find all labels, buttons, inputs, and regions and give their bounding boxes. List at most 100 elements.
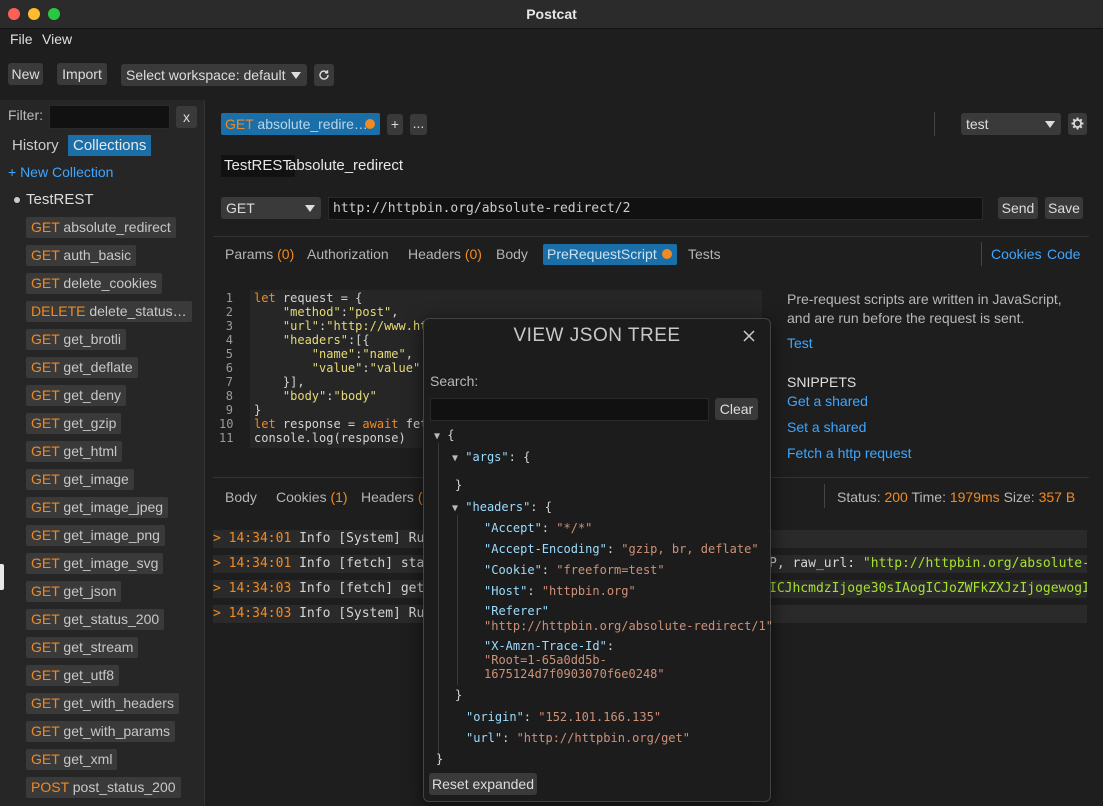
code-token: "body" <box>282 389 327 403</box>
json-trace-id-value-2: 1675124d7f0903070f6e0248" <box>484 667 665 681</box>
code-text: "method":"post", <box>254 305 399 319</box>
sidebar-request-item[interactable]: GET get_stream <box>26 637 139 658</box>
sidebar-request-item[interactable]: GET get_brotli <box>26 329 127 350</box>
refresh-icon <box>319 70 329 80</box>
json-node-args[interactable]: ▼ "args": { <box>452 450 530 466</box>
tab-headers-label: Headers <box>408 246 461 262</box>
json-root-node[interactable]: ▼ { <box>434 428 455 444</box>
request-method: POST <box>31 779 73 795</box>
response-size: 357 B <box>1038 489 1076 505</box>
json-clear-button[interactable]: Clear <box>715 398 758 420</box>
sidebar-request-item[interactable]: POST post_status_200 <box>26 777 181 798</box>
json-url-value: "http://httpbin.org/get" <box>516 731 690 745</box>
gear-icon <box>1071 117 1084 130</box>
modal-title: VIEW JSON TREE <box>513 325 681 346</box>
sidebar-request-item[interactable]: GET get_html <box>26 441 123 462</box>
request-method: GET <box>31 359 64 375</box>
tab-collections[interactable]: Collections <box>68 135 152 156</box>
json-header-entry: "Accept": "*/*" <box>484 521 592 535</box>
import-button[interactable]: Import <box>57 63 107 85</box>
response-tab-body[interactable]: Body <box>225 489 257 505</box>
refresh-workspace-button[interactable] <box>314 64 334 86</box>
code-token: : <box>340 305 348 319</box>
workspace-select[interactable]: Select workspace: default <box>121 64 307 86</box>
cookies-link[interactable]: Cookies <box>991 246 1042 262</box>
sidebar-request-item[interactable]: GET get_deny <box>26 385 127 406</box>
json-args-key: "args" <box>465 450 509 464</box>
tab-params-count: (0) <box>277 246 295 262</box>
environment-settings-button[interactable] <box>1068 113 1087 135</box>
clear-filter-button[interactable]: x <box>176 106 197 128</box>
snippet-fetch-request[interactable]: Fetch a http request <box>787 445 912 461</box>
tab-history[interactable]: History <box>12 137 59 154</box>
log-time: > 14:34:01 <box>213 556 292 571</box>
code-line: 9} <box>219 403 427 417</box>
request-name: get_brotli <box>63 331 122 347</box>
collection-testrest[interactable]: TestREST <box>26 191 94 208</box>
sidebar-request-item[interactable]: GET get_with_headers <box>26 693 179 714</box>
sidebar-request-item[interactable]: GET get_image_png <box>26 525 165 546</box>
snippet-set-shared[interactable]: Set a shared <box>787 419 866 435</box>
json-referer-value: "http://httpbin.org/absolute-redirect/1" <box>484 619 773 633</box>
tab-prerequestscript[interactable]: PreRequestScript <box>543 244 677 265</box>
menu-file[interactable]: File <box>10 31 33 47</box>
json-search-input[interactable] <box>430 398 709 421</box>
more-tabs-button[interactable]: ... <box>410 114 427 135</box>
request-method: GET <box>31 555 64 571</box>
json-headers-close: } <box>455 688 463 702</box>
sidebar-request-item[interactable]: GET get_status_200 <box>26 609 165 630</box>
sidebar-resize-handle[interactable] <box>0 564 4 590</box>
sidebar-request-item[interactable]: GET get_utf8 <box>26 665 120 686</box>
sidebar-request-item[interactable]: GET delete_cookies <box>26 273 162 294</box>
sidebar-request-item[interactable]: GET get_image <box>26 469 134 490</box>
sidebar-request-item[interactable]: GET get_gzip <box>26 413 122 434</box>
request-name: absolute_redirect <box>63 219 171 235</box>
new-button[interactable]: New <box>8 63 43 85</box>
snippet-get-shared[interactable]: Get a shared <box>787 393 868 409</box>
response-tab-headers[interactable]: Headers ( <box>361 489 422 505</box>
breadcrumb-request[interactable]: absolute_redirect <box>288 157 403 174</box>
log-tail: ICJhcmdzIjoge30sIAogICJoZWFkZXJzIjogewog… <box>769 581 1087 596</box>
request-method: GET <box>31 527 64 543</box>
save-button[interactable]: Save <box>1045 197 1083 219</box>
modal-close-button[interactable] <box>742 329 758 345</box>
code-link[interactable]: Code <box>1047 246 1080 262</box>
request-method: GET <box>31 751 64 767</box>
sidebar-request-item[interactable]: DELETE delete_status_2… <box>26 301 192 322</box>
sidebar-request-item[interactable]: GET auth_basic <box>26 245 137 266</box>
sidebar-request-item[interactable]: GET get_image_svg <box>26 553 164 574</box>
sidebar-request-item[interactable]: GET get_deflate <box>26 357 138 378</box>
filter-input[interactable] <box>49 105 170 129</box>
tab-body[interactable]: Body <box>496 246 528 262</box>
sidebar-request-item[interactable]: GET get_image_jpeg <box>26 497 169 518</box>
tab-params[interactable]: Params (0) <box>225 246 294 262</box>
new-collection-link[interactable]: + New Collection <box>8 164 113 180</box>
tab-headers[interactable]: Headers (0) <box>408 246 482 262</box>
send-button[interactable]: Send <box>998 197 1038 219</box>
menu-view[interactable]: View <box>42 31 72 47</box>
response-tab-cookies[interactable]: Cookies (1) <box>276 489 348 505</box>
sidebar-request-item[interactable]: GET get_with_params <box>26 721 176 742</box>
request-tab-active[interactable]: GET absolute_redire… <box>221 113 380 135</box>
add-tab-button[interactable]: + <box>387 114 403 135</box>
code-text: let response = await fet <box>254 417 427 431</box>
reset-expanded-button[interactable]: Reset expanded <box>429 773 537 795</box>
method-select[interactable]: GET <box>221 197 321 219</box>
json-root-open: { <box>447 428 455 442</box>
line-number: 7 <box>225 375 233 389</box>
sidebar-request-item[interactable]: GET get_json <box>26 581 122 602</box>
help-test-link[interactable]: Test <box>787 335 813 351</box>
help-text-line-1: Pre-request scripts are written in JavaS… <box>787 291 1062 307</box>
sidebar-request-item[interactable]: GET get_xml <box>26 749 118 770</box>
tab-tests[interactable]: Tests <box>688 246 721 262</box>
sidebar-request-item[interactable]: GET absolute_redirect <box>26 217 176 238</box>
json-origin: "origin": "152.101.166.135" <box>466 710 662 724</box>
environment-select[interactable]: test <box>961 113 1061 135</box>
url-input[interactable] <box>328 197 983 220</box>
tab-authorization[interactable]: Authorization <box>307 246 389 262</box>
json-node-headers[interactable]: ▼ "headers": { <box>452 500 552 516</box>
code-token: let <box>254 417 283 431</box>
